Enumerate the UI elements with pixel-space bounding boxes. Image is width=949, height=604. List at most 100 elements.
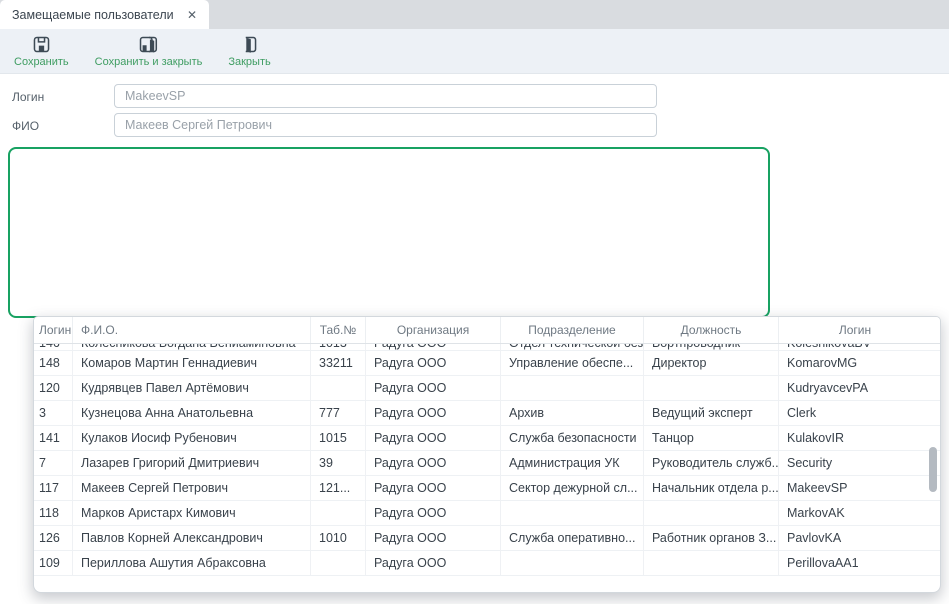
dropdown-cell-dept: Отдел технической безо... (501, 344, 644, 351)
dropdown-cell-org: Радуга ООО (366, 501, 501, 525)
dropdown-cell-org: Радуга ООО (366, 551, 501, 575)
dropdown-row[interactable]: 109Периллова Ашутия Абраксовна Радуга ООО… (34, 551, 940, 576)
login-label: Логин (12, 90, 44, 104)
dropdown-cell-id: 126 (34, 526, 73, 550)
dropdown-cell-tab (311, 501, 366, 525)
dropdown-cell-id: 3 (34, 401, 73, 425)
dropdown-cell-login: MarkovAK (779, 501, 931, 525)
dropdown-rows: 148Комаров Мартин Геннадиевич33211Радуга… (34, 351, 940, 576)
dropdown-cell-dept: Архив (501, 401, 644, 425)
dropdown-cell-id: 117 (34, 476, 73, 500)
login-field[interactable] (114, 84, 657, 108)
scrollbar-thumb[interactable] (929, 447, 937, 492)
dropdown-row[interactable]: 7Лазарев Григорий Дмитриевич39Радуга ООО… (34, 451, 940, 476)
dropdown-cell-tab: 121... (311, 476, 366, 500)
floppy-disk-icon (32, 35, 51, 54)
dropdown-cell-org: Радуга ООО (366, 351, 501, 375)
dropdown-cell-org: Радуга ООО (366, 476, 501, 500)
dropdown-cell-org: Радуга ООО (366, 344, 501, 351)
dropdown-row[interactable]: 148Комаров Мартин Геннадиевич33211Радуга… (34, 351, 940, 376)
user-picker-dropdown: Логин Ф.И.О. Таб.№ Организация Подраздел… (33, 316, 941, 593)
dropdown-cell-pos (644, 551, 779, 575)
dropdown-cell-pos: Танцор (644, 426, 779, 450)
close-button[interactable]: Закрыть (228, 35, 270, 68)
dropdown-row[interactable]: 3Кузнецова Анна Анатольевна777Радуга ООО… (34, 401, 940, 426)
dropdown-row[interactable]: 118Марков Аристарх Кимович Радуга ООО Mark… (34, 501, 940, 526)
dropdown-cell-login: KomarovMG (779, 351, 931, 375)
dropdown-cell-fio: Кудрявцев Павел Артёмович (73, 376, 311, 400)
dropdown-cell-login: Clerk (779, 401, 931, 425)
close-button-label: Закрыть (228, 56, 270, 68)
dropdown-cell-id: 118 (34, 501, 73, 525)
dropdown-row[interactable]: 117Макеев Сергей Петрович121...Радуга ОО… (34, 476, 940, 501)
dropdown-cell-pos: Бортпроводник (644, 344, 779, 351)
dropdown-cell-fio: Макеев Сергей Петрович (73, 476, 311, 500)
dropdown-cell-pos (644, 376, 779, 400)
dropdown-row[interactable]: 120Кудрявцев Павел Артёмович Радуга ООО Ku… (34, 376, 940, 401)
dropdown-cell-id: 120 (34, 376, 73, 400)
dropdown-cell-id: 7 (34, 451, 73, 475)
dropdown-col-tabnum: Таб.№ (311, 317, 366, 343)
dropdown-cell-login: Security (779, 451, 931, 475)
dropdown-cell-pos: Директор (644, 351, 779, 375)
dropdown-cell-pos: Руководитель служб... (644, 451, 779, 475)
dropdown-cell-pos (644, 501, 779, 525)
dropdown-cell-dept (501, 501, 644, 525)
dropdown-cell-fio: Периллова Ашутия Абраксовна (73, 551, 311, 575)
dropdown-cell-dept: Управление обеспе... (501, 351, 644, 375)
dropdown-cell-tab (311, 551, 366, 575)
dropdown-cell-tab: 39 (311, 451, 366, 475)
dropdown-cell-org: Радуга ООО (366, 451, 501, 475)
app-window: Замещаемые пользователи ✕ Сохранить (0, 0, 949, 604)
dropdown-cell-login: KudryavcevPA (779, 376, 931, 400)
dropdown-cell-tab: 777 (311, 401, 366, 425)
dropdown-cell-fio: Кулаков Иосиф Рубенович (73, 426, 311, 450)
dropdown-cell-fio: Комаров Мартин Геннадиевич (73, 351, 311, 375)
tab-bar: Замещаемые пользователи ✕ (0, 0, 949, 29)
dropdown-cell-fio: Колесникова Богдана Вениаминовна (73, 344, 311, 351)
substitutes-panel (8, 147, 770, 318)
dropdown-cell-dept: Сектор дежурной сл... (501, 476, 644, 500)
dropdown-cell-dept (501, 376, 644, 400)
toolbar: Сохранить Сохранить и закрыть Закрыть (0, 29, 949, 74)
dropdown-cell-org: Радуга ООО (366, 401, 501, 425)
dropdown-cell-dept: Администрация УК (501, 451, 644, 475)
dropdown-cell-id: 141 (34, 426, 73, 450)
dropdown-row[interactable]: 126Павлов Корней Александрович1010Радуга… (34, 526, 940, 551)
save-and-close-button[interactable]: Сохранить и закрыть (95, 35, 203, 68)
tab-substituted-users[interactable]: Замещаемые пользователи ✕ (0, 0, 209, 29)
door-icon (241, 35, 258, 54)
dropdown-cell-fio: Марков Аристарх Кимович (73, 501, 311, 525)
dropdown-cell-login: KolesnikovaBV (779, 344, 931, 351)
close-icon[interactable]: ✕ (187, 8, 197, 22)
fio-field[interactable] (114, 113, 657, 137)
dropdown-cell-dept (501, 551, 644, 575)
dropdown-cell-id: 146 (34, 344, 73, 351)
dropdown-col-pos: Должность (644, 317, 779, 343)
dropdown-cell-dept: Служба безопасности (501, 426, 644, 450)
tab-title: Замещаемые пользователи (12, 8, 181, 22)
dropdown-row[interactable]: 146Колесникова Богдана Вениаминовна1013Р… (34, 344, 940, 351)
dropdown-cell-fio: Лазарев Григорий Дмитриевич (73, 451, 311, 475)
dropdown-cell-tab: 1013 (311, 344, 366, 351)
dropdown-cell-org: Радуга ООО (366, 376, 501, 400)
dropdown-cell-org: Радуга ООО (366, 526, 501, 550)
dropdown-col-fio: Ф.И.О. (73, 317, 311, 343)
dropdown-header: Логин Ф.И.О. Таб.№ Организация Подраздел… (34, 317, 940, 344)
dropdown-partial-row[interactable]: 146Колесникова Богдана Вениаминовна1013Р… (34, 344, 940, 351)
save-button[interactable]: Сохранить (14, 35, 69, 68)
dropdown-cell-tab: 33211 (311, 351, 366, 375)
dropdown-cell-tab: 1015 (311, 426, 366, 450)
save-button-label: Сохранить (14, 56, 69, 68)
dropdown-cell-tab (311, 376, 366, 400)
dropdown-cell-login: MakeevSP (779, 476, 931, 500)
dropdown-cell-login: PavlovKA (779, 526, 931, 550)
dropdown-col-dept: Подразделение (501, 317, 644, 343)
dropdown-cell-id: 109 (34, 551, 73, 575)
dropdown-col-id: Логин (34, 317, 73, 343)
dropdown-cell-pos: Ведущий эксперт (644, 401, 779, 425)
dropdown-row[interactable]: 141Кулаков Иосиф Рубенович1015Радуга ООО… (34, 426, 940, 451)
dropdown-col-login: Логин (779, 317, 931, 343)
dropdown-cell-pos: Начальник отдела р... (644, 476, 779, 500)
dropdown-col-org: Организация (366, 317, 501, 343)
